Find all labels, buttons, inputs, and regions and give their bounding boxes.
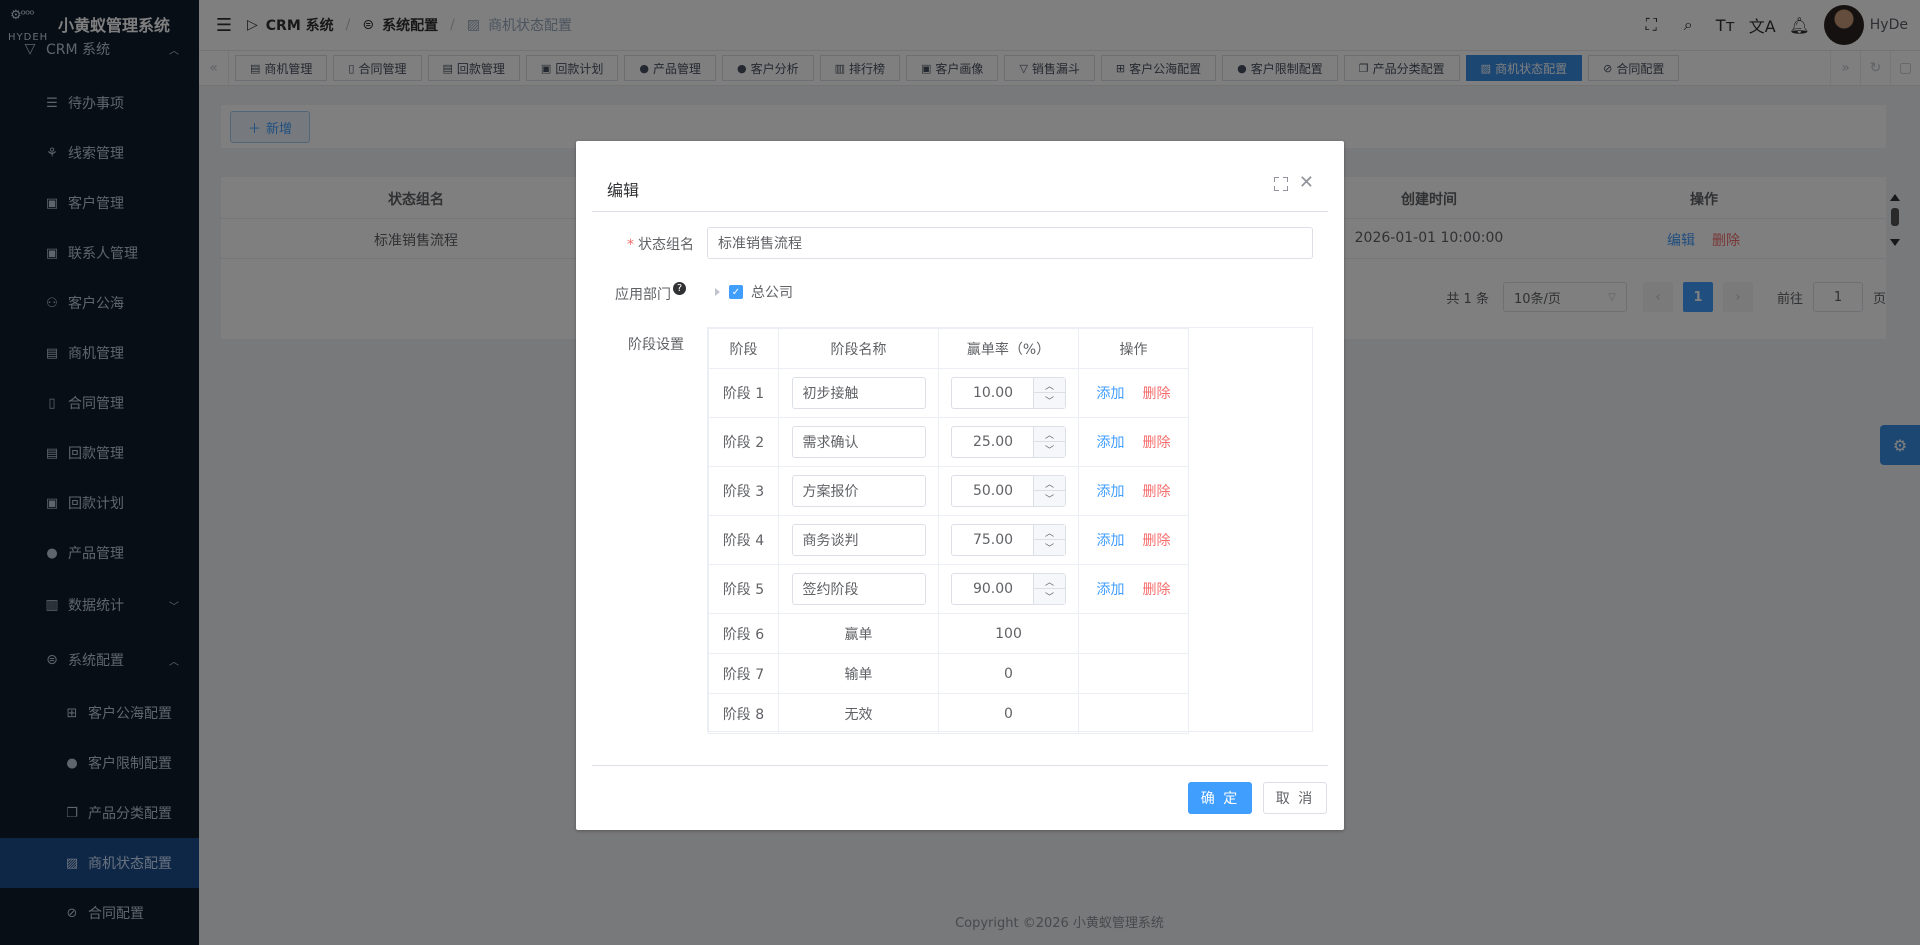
edit-dialog: 编辑 ✕ * 状态组名 标准销售流程 应用部门? ✓ 总公司 阶段设置 阶段 阶段… xyxy=(576,141,1344,830)
label-status-group: * 状态组名 xyxy=(627,237,694,253)
chevron-down-icon[interactable]: ﹀ xyxy=(1034,589,1065,604)
stage-name-input[interactable]: 商务谈判 xyxy=(791,524,926,556)
chevron-down-icon[interactable]: ﹀ xyxy=(1034,442,1065,457)
divider xyxy=(592,765,1328,766)
stage-name-input[interactable]: 初步接触 xyxy=(791,377,926,409)
win-rate-stepper[interactable]: 75.00 ︿ ﹀ xyxy=(951,524,1066,556)
divider xyxy=(592,211,1328,212)
add-stage-link[interactable]: 添加 xyxy=(1097,582,1125,598)
delete-stage-link[interactable]: 删除 xyxy=(1143,484,1171,500)
chevron-up-icon[interactable]: ︿ xyxy=(1034,525,1065,540)
win-rate-stepper[interactable]: 50.00 ︿ ﹀ xyxy=(951,475,1066,507)
table-row: 阶段 1 初步接触 10.00 ︿ ﹀ 添加 删除 xyxy=(708,368,1189,418)
delete-stage-link[interactable]: 删除 xyxy=(1143,533,1171,549)
stage-table: 阶段 阶段名称 赢单率（%） 操作 阶段 1 初步接触 10.00 ︿ ﹀ 添加 删除… xyxy=(707,327,1313,734)
table-row: 阶段 2 需求确认 25.00 ︿ ﹀ 添加 删除 xyxy=(708,417,1189,467)
win-rate-stepper[interactable]: 90.00 ︿ ﹀ xyxy=(951,573,1066,605)
add-stage-link[interactable]: 添加 xyxy=(1097,533,1125,549)
chevron-down-icon[interactable]: ﹀ xyxy=(1034,491,1065,506)
label-department: 应用部门? xyxy=(576,282,686,304)
table-row: 阶段 5 签约阶段 90.00 ︿ ﹀ 添加 删除 xyxy=(708,564,1189,614)
expand-icon[interactable] xyxy=(715,288,720,296)
chevron-up-icon[interactable]: ︿ xyxy=(1034,378,1065,393)
col-win-rate: 赢单率（%） xyxy=(938,328,1079,369)
chevron-up-icon[interactable]: ︿ xyxy=(1034,574,1065,589)
table-row: 阶段 4 商务谈判 75.00 ︿ ﹀ 添加 删除 xyxy=(708,515,1189,565)
dept-checkbox[interactable]: ✓ xyxy=(729,285,743,299)
add-stage-link[interactable]: 添加 xyxy=(1097,386,1125,402)
col-ops: 操作 xyxy=(1078,328,1189,369)
delete-stage-link[interactable]: 删除 xyxy=(1143,582,1171,598)
cancel-button[interactable]: 取 消 xyxy=(1263,782,1327,814)
col-stage-name: 阶段名称 xyxy=(778,328,939,369)
close-icon[interactable]: ✕ xyxy=(1299,172,1314,193)
col-stage: 阶段 xyxy=(708,328,779,369)
status-group-name-input[interactable]: 标准销售流程 xyxy=(707,227,1313,259)
delete-stage-link[interactable]: 删除 xyxy=(1143,435,1171,451)
table-row: 阶段 8 无效 0 xyxy=(708,693,1189,734)
maximize-icon[interactable] xyxy=(1274,177,1288,191)
dialog-title: 编辑 xyxy=(607,181,640,200)
stage-name-input[interactable]: 需求确认 xyxy=(791,426,926,458)
label-stages: 阶段设置 xyxy=(628,337,684,353)
add-stage-link[interactable]: 添加 xyxy=(1097,435,1125,451)
win-rate-stepper[interactable]: 25.00 ︿ ﹀ xyxy=(951,426,1066,458)
table-row: 阶段 3 方案报价 50.00 ︿ ﹀ 添加 删除 xyxy=(708,466,1189,516)
table-row: 阶段 7 输单 0 xyxy=(708,653,1189,694)
chevron-down-icon[interactable]: ﹀ xyxy=(1034,393,1065,408)
stage-name-input[interactable]: 签约阶段 xyxy=(791,573,926,605)
dept-tree-node[interactable]: ✓ 总公司 xyxy=(715,282,793,302)
stage-name-input[interactable]: 方案报价 xyxy=(791,475,926,507)
add-stage-link[interactable]: 添加 xyxy=(1097,484,1125,500)
chevron-down-icon[interactable]: ﹀ xyxy=(1034,540,1065,555)
stage-grid: 阶段 阶段名称 赢单率（%） 操作 阶段 1 初步接触 10.00 ︿ ﹀ 添加 删除… xyxy=(708,328,1189,734)
help-icon[interactable]: ? xyxy=(673,282,686,295)
delete-stage-link[interactable]: 删除 xyxy=(1143,386,1171,402)
table-row: 阶段 6 赢单 100 xyxy=(708,613,1189,654)
chevron-up-icon[interactable]: ︿ xyxy=(1034,427,1065,442)
confirm-button[interactable]: 确 定 xyxy=(1188,782,1252,814)
win-rate-stepper[interactable]: 10.00 ︿ ﹀ xyxy=(951,377,1066,409)
chevron-up-icon[interactable]: ︿ xyxy=(1034,476,1065,491)
